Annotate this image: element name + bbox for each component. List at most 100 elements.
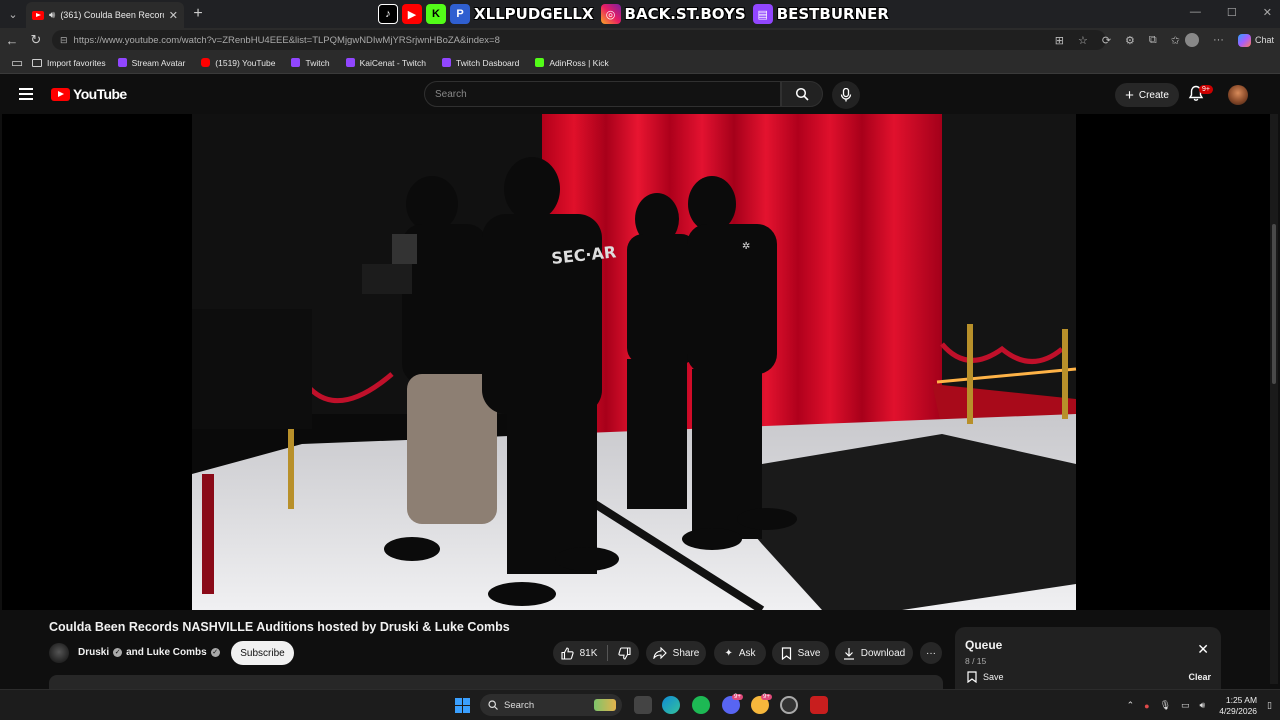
sparkle-icon: ✦ [724,647,733,659]
favorite-twitch[interactable]: Twitch [291,58,330,68]
tab-actions-chevron-icon[interactable]: ⌄ [0,0,26,28]
favorites-bar: ▭ Import favorites Stream Avatar (1519) … [0,52,1280,74]
share-icon [652,647,667,659]
clock-time: 1:25 AM [1225,694,1258,705]
minimize-icon[interactable]: — [1190,6,1201,19]
youtube-logo[interactable]: YouTube [51,86,127,102]
notification-count-badge: 9+ [1199,85,1213,94]
description-box[interactable] [49,675,943,689]
favorite-stream-avatar[interactable]: Stream Avatar [117,57,186,68]
more-actions-button[interactable]: ··· [920,642,942,664]
extensions-icon[interactable]: ⚙ [1125,34,1135,47]
sidebar-toggle-icon[interactable]: ▭ [8,55,26,71]
kick-icon [535,58,545,67]
network-icon[interactable]: ▭ [1181,700,1190,711]
thumbs-down-icon[interactable] [618,646,631,660]
overlay-handle-2: BACK.ST.BOYS [624,5,746,23]
like-dislike-group: 81K [553,641,639,665]
discord-badge: 9+ [732,694,743,700]
page-scrollbar[interactable] [1270,114,1278,684]
favorite-label: Stream Avatar [131,57,186,68]
clock[interactable]: 1:25 AM 4/29/2026 [1219,695,1257,717]
edge-browser-icon[interactable] [662,696,680,714]
favorites-icon[interactable]: ✩ [1171,34,1180,47]
back-arrow-icon[interactable]: ← [0,33,24,48]
close-window-icon[interactable]: ✕ [1263,6,1272,19]
overlay-handle-1: XLLPUDGELLX [474,5,594,23]
menu-icon[interactable] [19,88,33,100]
copilot-chat-button[interactable]: Chat [1237,33,1274,47]
chat-label: Chat [1254,35,1274,45]
subscribe-button[interactable]: Subscribe [231,641,294,665]
file-explorer-icon[interactable] [634,696,652,714]
queue-close-icon[interactable]: ✕ [1197,641,1209,658]
spotify-icon[interactable] [692,696,710,714]
tray-app-icon[interactable]: ● [1144,701,1149,711]
browser-tab-active[interactable]: 🔊︎ (361) Coulda Been Records N ✕ [26,2,184,28]
volume-icon[interactable]: 🔊︎ [1200,700,1206,711]
obs-icon[interactable] [780,696,798,714]
youtube-favicon-icon [32,10,44,20]
microphone-icon[interactable]: 🎙︎ [1160,700,1171,711]
speaker-icon[interactable]: 🔊︎ [49,10,55,21]
queue-panel: Queue 8 / 15 ✕ Save Clear [955,627,1221,689]
create-button[interactable]: + Create [1115,83,1179,107]
channel-avatar[interactable] [49,643,69,663]
bookmark-icon [781,646,791,660]
save-button[interactable]: Save [772,641,829,665]
profile-avatar-icon[interactable] [1184,33,1199,47]
account-avatar[interactable] [1228,85,1248,105]
instagram-icon: ◎ [600,4,621,24]
scrollbar-thumb[interactable] [1272,224,1276,384]
favorite-youtube[interactable]: (1519) YouTube [201,58,275,68]
address-bar[interactable]: ⊟ https://www.youtube.com/watch?v=ZRenbH… [52,30,1106,50]
tiktok-icon: ♪ [378,4,398,24]
show-hidden-icons-chevron-icon[interactable]: ⌃ [1127,700,1135,711]
split-screen-icon[interactable]: ⧉ [1149,34,1157,47]
refresh-icon[interactable]: ↻ [24,32,48,48]
favorite-adinross-kick[interactable]: AdinRoss | Kick [535,57,609,68]
favorite-star-icon[interactable]: ☆ [1078,34,1088,47]
kick-icon: K [426,4,446,24]
search-input[interactable] [435,88,780,100]
create-label: Create [1138,89,1169,101]
folder-icon [32,58,42,67]
windows-start-icon[interactable] [455,698,470,713]
ask-button[interactable]: ✦ Ask [714,641,766,665]
video-frame: SEC·AR ✲ [2,114,1278,610]
browser-toolbar-right: ··· Chat [1184,28,1274,52]
queue-clear-button[interactable]: Clear [1188,672,1211,682]
game-launcher-icon[interactable] [810,696,828,714]
notifications-icon[interactable]: ▯ [1267,700,1272,711]
favorite-import-favorites[interactable]: Import favorites [32,58,106,68]
channel-name-luke-combs[interactable]: and Luke Combs [126,647,207,658]
taskbar-search[interactable]: Search [480,694,622,716]
download-button[interactable]: Download [835,641,913,665]
extensions-refresh-icon[interactable]: ⟳ [1102,34,1111,47]
youtube-icon: ▶ [402,4,422,24]
tab-close-icon[interactable]: ✕ [169,9,178,22]
favorite-twitch-dashboard[interactable]: Twitch Dasboard [442,58,519,68]
video-player[interactable]: SEC·AR ✲ [2,114,1278,610]
share-button[interactable]: Share [646,641,706,665]
channel-name-druski[interactable]: Druski [78,647,109,658]
search-button[interactable] [781,81,823,107]
twitch-icon [291,58,301,67]
queue-save-label: Save [983,672,1004,682]
maximize-icon[interactable]: ☐ [1227,6,1237,19]
share-label: Share [672,647,700,659]
favorite-label: AdinRoss | Kick [549,57,609,68]
taskbar-search-label: Search [504,699,535,711]
youtube-logo-text: YouTube [73,86,127,102]
new-tab-button[interactable]: + [184,5,212,23]
queue-save-button[interactable]: Save [967,671,1004,683]
more-menu-icon[interactable]: ··· [1213,34,1224,46]
app-available-icon[interactable]: ⊞ [1055,34,1064,47]
favorite-kaicenat-twitch[interactable]: KaiCenat - Twitch [345,58,426,68]
site-info-icon[interactable]: ⊟ [60,35,68,46]
like-button[interactable]: 81K [561,646,598,660]
voice-search-button[interactable] [832,81,860,109]
channel-names: Druski ✓ and Luke Combs ✓ [78,647,220,658]
like-count: 81K [579,647,598,659]
queue-position: 8 / 15 [965,656,987,666]
